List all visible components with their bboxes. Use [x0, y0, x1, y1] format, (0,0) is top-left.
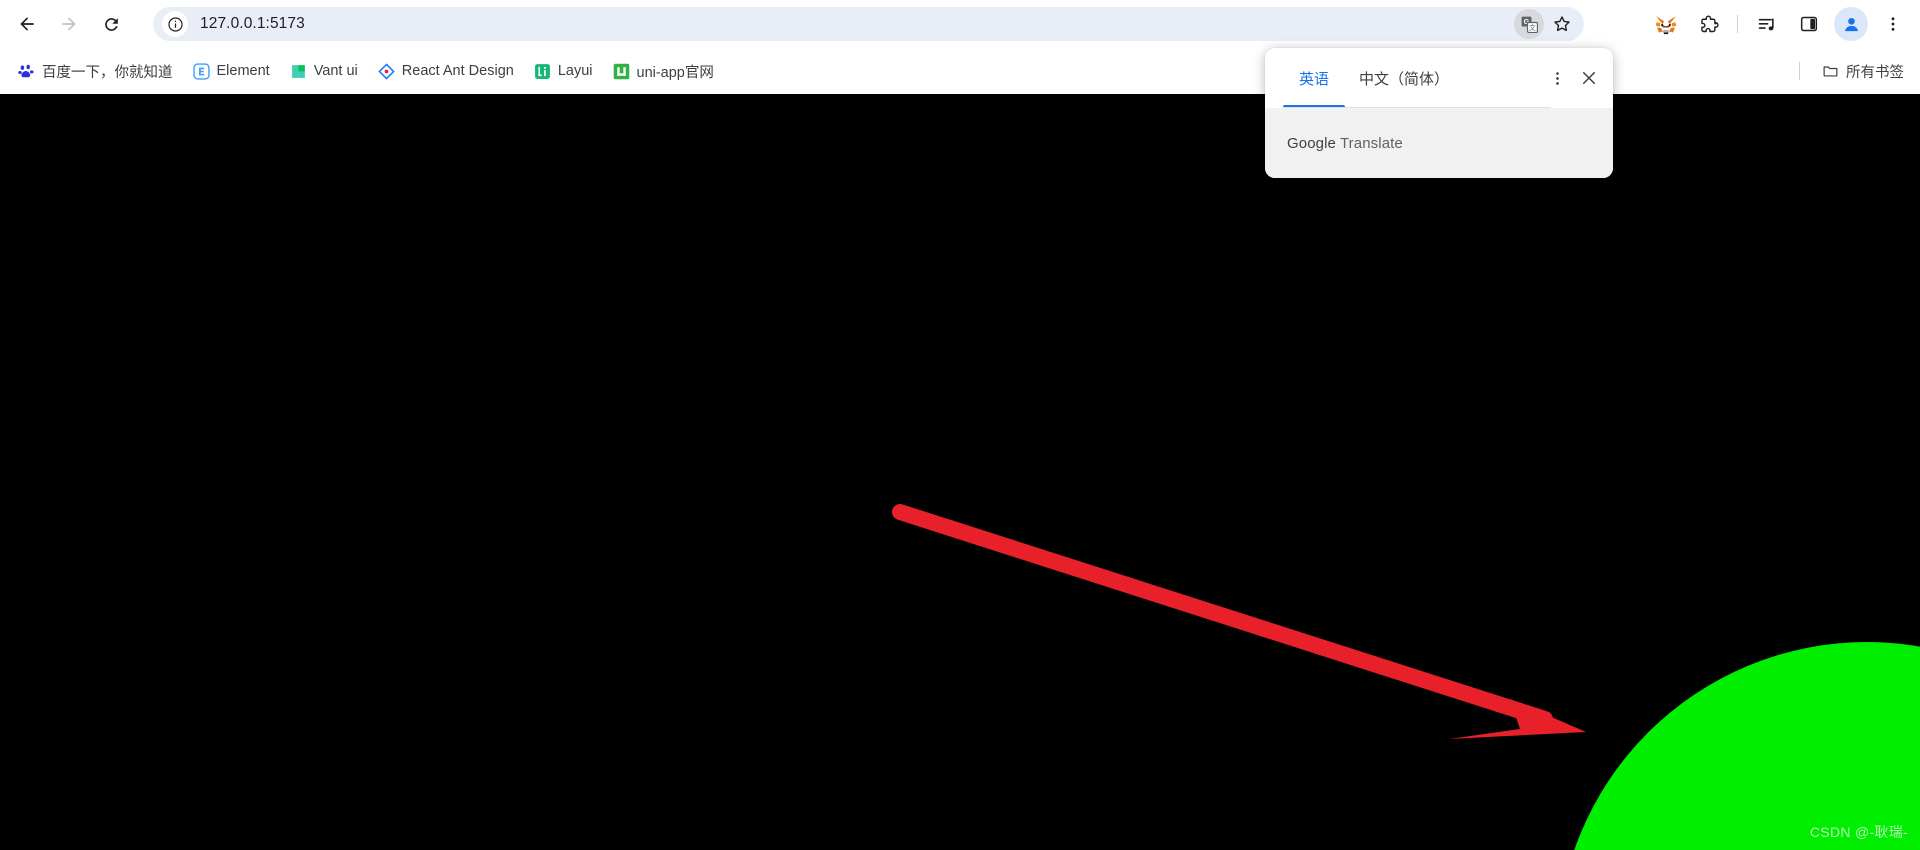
- more-options-glyph-icon: [1555, 71, 1559, 85]
- tab-underline-divider: [1283, 107, 1551, 108]
- star-outline-icon: [1554, 16, 1570, 32]
- bookmark-star-icon[interactable]: [1547, 9, 1577, 39]
- forward-button[interactable]: [52, 7, 86, 41]
- bookmark-item-react-ant-design[interactable]: React Ant Design: [370, 57, 522, 85]
- bookmarks-bar: 百度一下，你就知道 Element Vant ui React Ant Desi…: [0, 48, 1920, 94]
- brand-google-word: Google: [1287, 134, 1336, 152]
- bookmark-item-uniapp[interactable]: uni-app官网: [605, 57, 722, 85]
- layui-icon: [534, 63, 551, 80]
- info-circle-icon: [167, 16, 183, 32]
- bookmark-label: Vant ui: [313, 63, 358, 79]
- reload-icon: [104, 17, 118, 31]
- address-bar[interactable]: 127.0.0.1:5173 G 文: [153, 7, 1584, 41]
- red-annotation-arrow: [892, 504, 1586, 739]
- extensions-puzzle-icon[interactable]: [1691, 7, 1725, 41]
- browser-toolbar: 127.0.0.1:5173 G 文: [0, 0, 1920, 48]
- baidu-paw-icon: [18, 64, 34, 77]
- close-x-icon[interactable]: [1573, 62, 1605, 94]
- close-glyph-icon: [1583, 72, 1595, 84]
- green-circle-shape: [1557, 642, 1920, 850]
- tab-source-language[interactable]: 英语: [1283, 48, 1345, 108]
- baidu-icon: [18, 63, 35, 80]
- web-page-viewport: CSDN @-耿瑞-: [0, 94, 1920, 850]
- toolbar-right-icons: [1645, 0, 1920, 48]
- csdn-watermark: CSDN @-耿瑞-: [1809, 824, 1908, 840]
- tab-target-language[interactable]: 中文（简体）: [1345, 48, 1463, 108]
- browser-chrome: 127.0.0.1:5173 G 文 百度一下，你就知道 Element Van…: [0, 0, 1920, 94]
- back-arrow-icon: [20, 17, 34, 31]
- translate-popup-header: 英语 中文（简体）: [1265, 48, 1613, 108]
- address-bar-url: 127.0.0.1:5173: [200, 15, 305, 32]
- omnibox-action-icons: G 文: [1514, 7, 1580, 41]
- arrow-shaft: [892, 504, 1553, 727]
- folder-icon: [1822, 63, 1839, 80]
- ant-design-logo-icon: [378, 62, 395, 80]
- bookmark-item-baidu[interactable]: 百度一下，你就知道: [10, 57, 181, 85]
- puzzle-piece-icon: [1700, 14, 1719, 32]
- all-bookmarks-button[interactable]: 所有书签: [1814, 57, 1912, 85]
- profile-avatar-icon[interactable]: [1834, 7, 1868, 41]
- bookmark-label: uni-app官网: [636, 64, 714, 81]
- side-panel-glyph-icon: [1800, 16, 1818, 32]
- bookmark-item-element[interactable]: Element: [185, 57, 278, 85]
- three-dot-vertical-icon[interactable]: [1541, 62, 1573, 94]
- site-info-button[interactable]: [162, 11, 188, 37]
- bookmarks-bar-right: 所有书签: [1799, 48, 1912, 94]
- vant-logo-icon: [291, 64, 305, 78]
- bookmark-label: Layui: [557, 63, 593, 79]
- side-panel-icon[interactable]: [1792, 7, 1826, 41]
- person-glyph-icon: [1844, 17, 1858, 31]
- reload-button[interactable]: [94, 7, 128, 41]
- arrow-head: [1449, 699, 1586, 739]
- uniapp-logo-icon: [613, 63, 629, 79]
- bookmark-label: 百度一下，你就知道: [42, 64, 173, 81]
- svg-text:文: 文: [1529, 23, 1536, 32]
- music-list-icon: [1758, 18, 1774, 30]
- vant-icon: [290, 63, 307, 80]
- element-icon: [192, 62, 210, 80]
- chrome-menu-icon[interactable]: [1876, 7, 1910, 41]
- translate-popup-body: Google Translate: [1265, 108, 1613, 178]
- brand-translate-word: Translate: [1335, 134, 1403, 152]
- layui-logo-icon: [534, 63, 550, 79]
- translate-glyph-icon: G 文: [1521, 16, 1538, 33]
- all-bookmarks-label: 所有书签: [1846, 64, 1904, 81]
- three-dot-vertical-icon: [1891, 17, 1895, 31]
- bookmark-label: React Ant Design: [401, 63, 514, 79]
- back-button[interactable]: [10, 7, 44, 41]
- bookmark-item-vant[interactable]: Vant ui: [282, 57, 366, 85]
- metamask-extension-icon[interactable]: [1649, 7, 1683, 41]
- translate-icon[interactable]: G 文: [1514, 9, 1544, 39]
- uniapp-icon: [613, 63, 630, 80]
- bookmarks-list: 百度一下，你就知道 Element Vant ui React Ant Desi…: [0, 57, 722, 85]
- bookmark-label: Element: [216, 63, 270, 79]
- media-playlist-icon[interactable]: [1750, 7, 1784, 41]
- translate-popup-actions: [1541, 48, 1605, 108]
- antd-icon: [378, 62, 395, 80]
- toolbar-divider: [1737, 15, 1738, 33]
- translate-language-tabs: 英语 中文（简体）: [1265, 48, 1463, 108]
- bookmark-item-layui[interactable]: Layui: [526, 57, 601, 85]
- element-logo-icon: [192, 62, 210, 80]
- metamask-fox-icon: [1655, 15, 1677, 34]
- google-translate-popup: 英语 中文（简体） Google Translate: [1265, 48, 1613, 178]
- folder-outline-icon: [1823, 66, 1838, 77]
- bookmarks-divider: [1799, 62, 1800, 80]
- google-translate-brand: Google Translate: [1287, 135, 1403, 152]
- forward-arrow-icon: [62, 17, 76, 31]
